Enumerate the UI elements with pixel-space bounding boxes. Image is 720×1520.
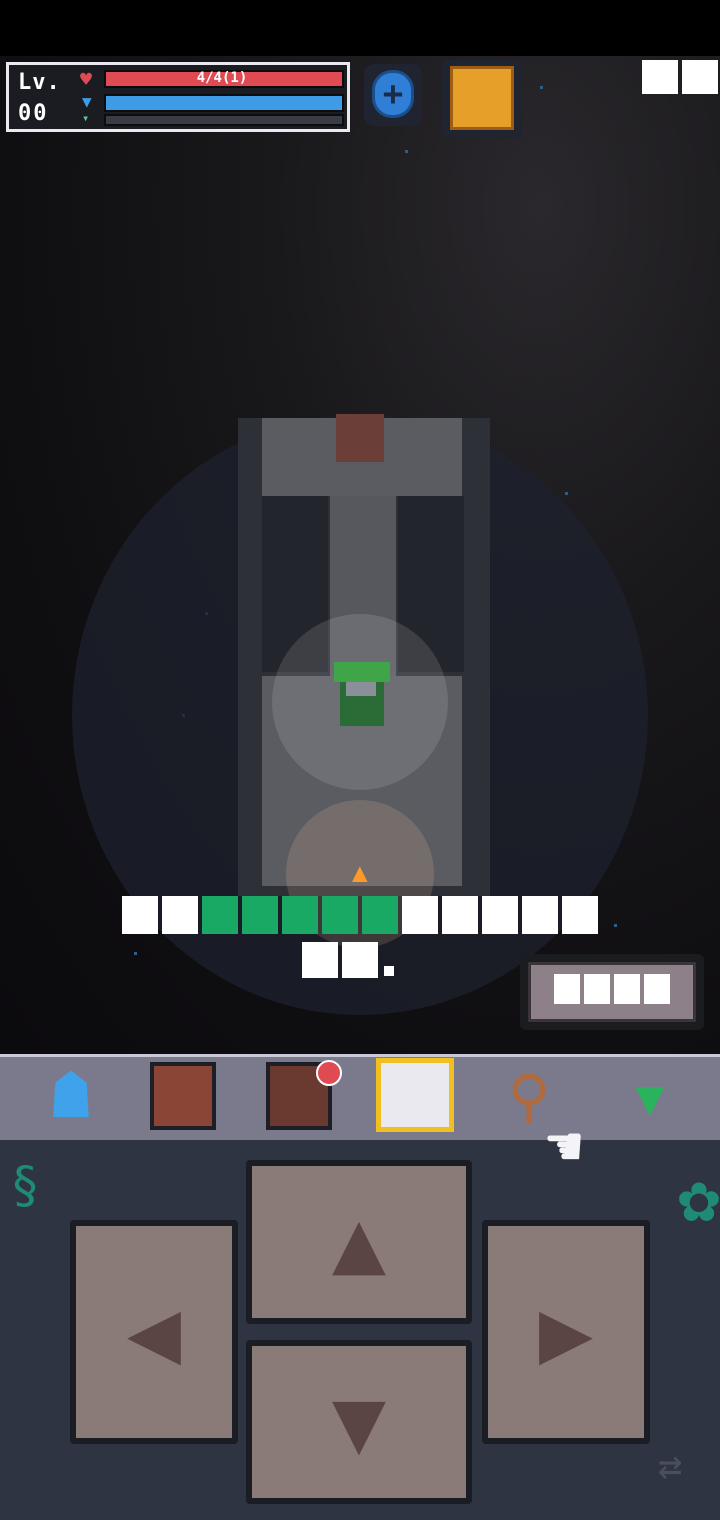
- chevron-down-icon: ▼: [331, 1369, 387, 1474]
- text-glyph: [302, 942, 338, 978]
- enemy-sprite[interactable]: [336, 414, 384, 462]
- text-glyph: [342, 942, 378, 978]
- text-glyph: [482, 896, 518, 934]
- level-value: 00: [18, 101, 49, 126]
- text-glyph: [554, 974, 580, 1004]
- hero-hat: [334, 662, 390, 682]
- message-period: [384, 966, 394, 976]
- vine-decoration: §: [10, 1156, 41, 1214]
- level-label: Lv.: [18, 70, 61, 95]
- xp-icon: ▾: [82, 111, 90, 125]
- dpad-up-button[interactable]: ▲: [246, 1160, 472, 1324]
- chevron-left-icon: ◀: [126, 1279, 182, 1384]
- dpad-left-button[interactable]: ◀: [70, 1220, 238, 1444]
- text-glyph: [442, 896, 478, 934]
- text-glyph: [644, 974, 670, 1004]
- text-glyph: [162, 896, 198, 934]
- text-glyph: [522, 896, 558, 934]
- text-glyph: [202, 896, 238, 934]
- text-glyph: [282, 896, 318, 934]
- top-bar: [0, 0, 720, 56]
- text-glyph: [362, 896, 398, 934]
- journal-icon[interactable]: [150, 1062, 216, 1130]
- plus-icon[interactable]: +: [372, 70, 414, 118]
- text-glyph: [322, 896, 358, 934]
- swap-icon[interactable]: ⇄: [644, 1440, 696, 1492]
- chevron-up-icon: ▲: [331, 1189, 387, 1294]
- hp-text: 4/4(1): [196, 70, 248, 86]
- chevron-right-icon: ▶: [538, 1279, 594, 1384]
- collapse-icon[interactable]: ▼: [614, 1074, 686, 1122]
- notification-badge: [316, 1060, 342, 1086]
- heart-icon: ♥: [80, 67, 93, 91]
- text-glyph: [584, 974, 610, 1004]
- character-icon[interactable]: ☗: [38, 1062, 104, 1130]
- map-icon[interactable]: [376, 1058, 454, 1132]
- text-glyph: [614, 974, 640, 1004]
- text-glyph: [242, 896, 278, 934]
- text-glyph: [562, 896, 598, 934]
- hero-face: [346, 682, 376, 696]
- top-right-glyph[interactable]: [682, 60, 718, 94]
- top-right-glyph[interactable]: [642, 60, 678, 94]
- text-glyph: [122, 896, 158, 934]
- text-glyph: [402, 896, 438, 934]
- pointer-hand-icon: ☚: [546, 1112, 583, 1182]
- dpad-right-button[interactable]: ▶: [482, 1220, 650, 1444]
- mana-icon: ▼: [82, 92, 92, 111]
- campfire-icon[interactable]: ▲: [352, 860, 370, 886]
- dpad-down-button[interactable]: ▼: [246, 1340, 472, 1504]
- leaderboard-icon[interactable]: [450, 66, 514, 130]
- xp-bar: [104, 114, 344, 126]
- mp-bar: [104, 94, 344, 112]
